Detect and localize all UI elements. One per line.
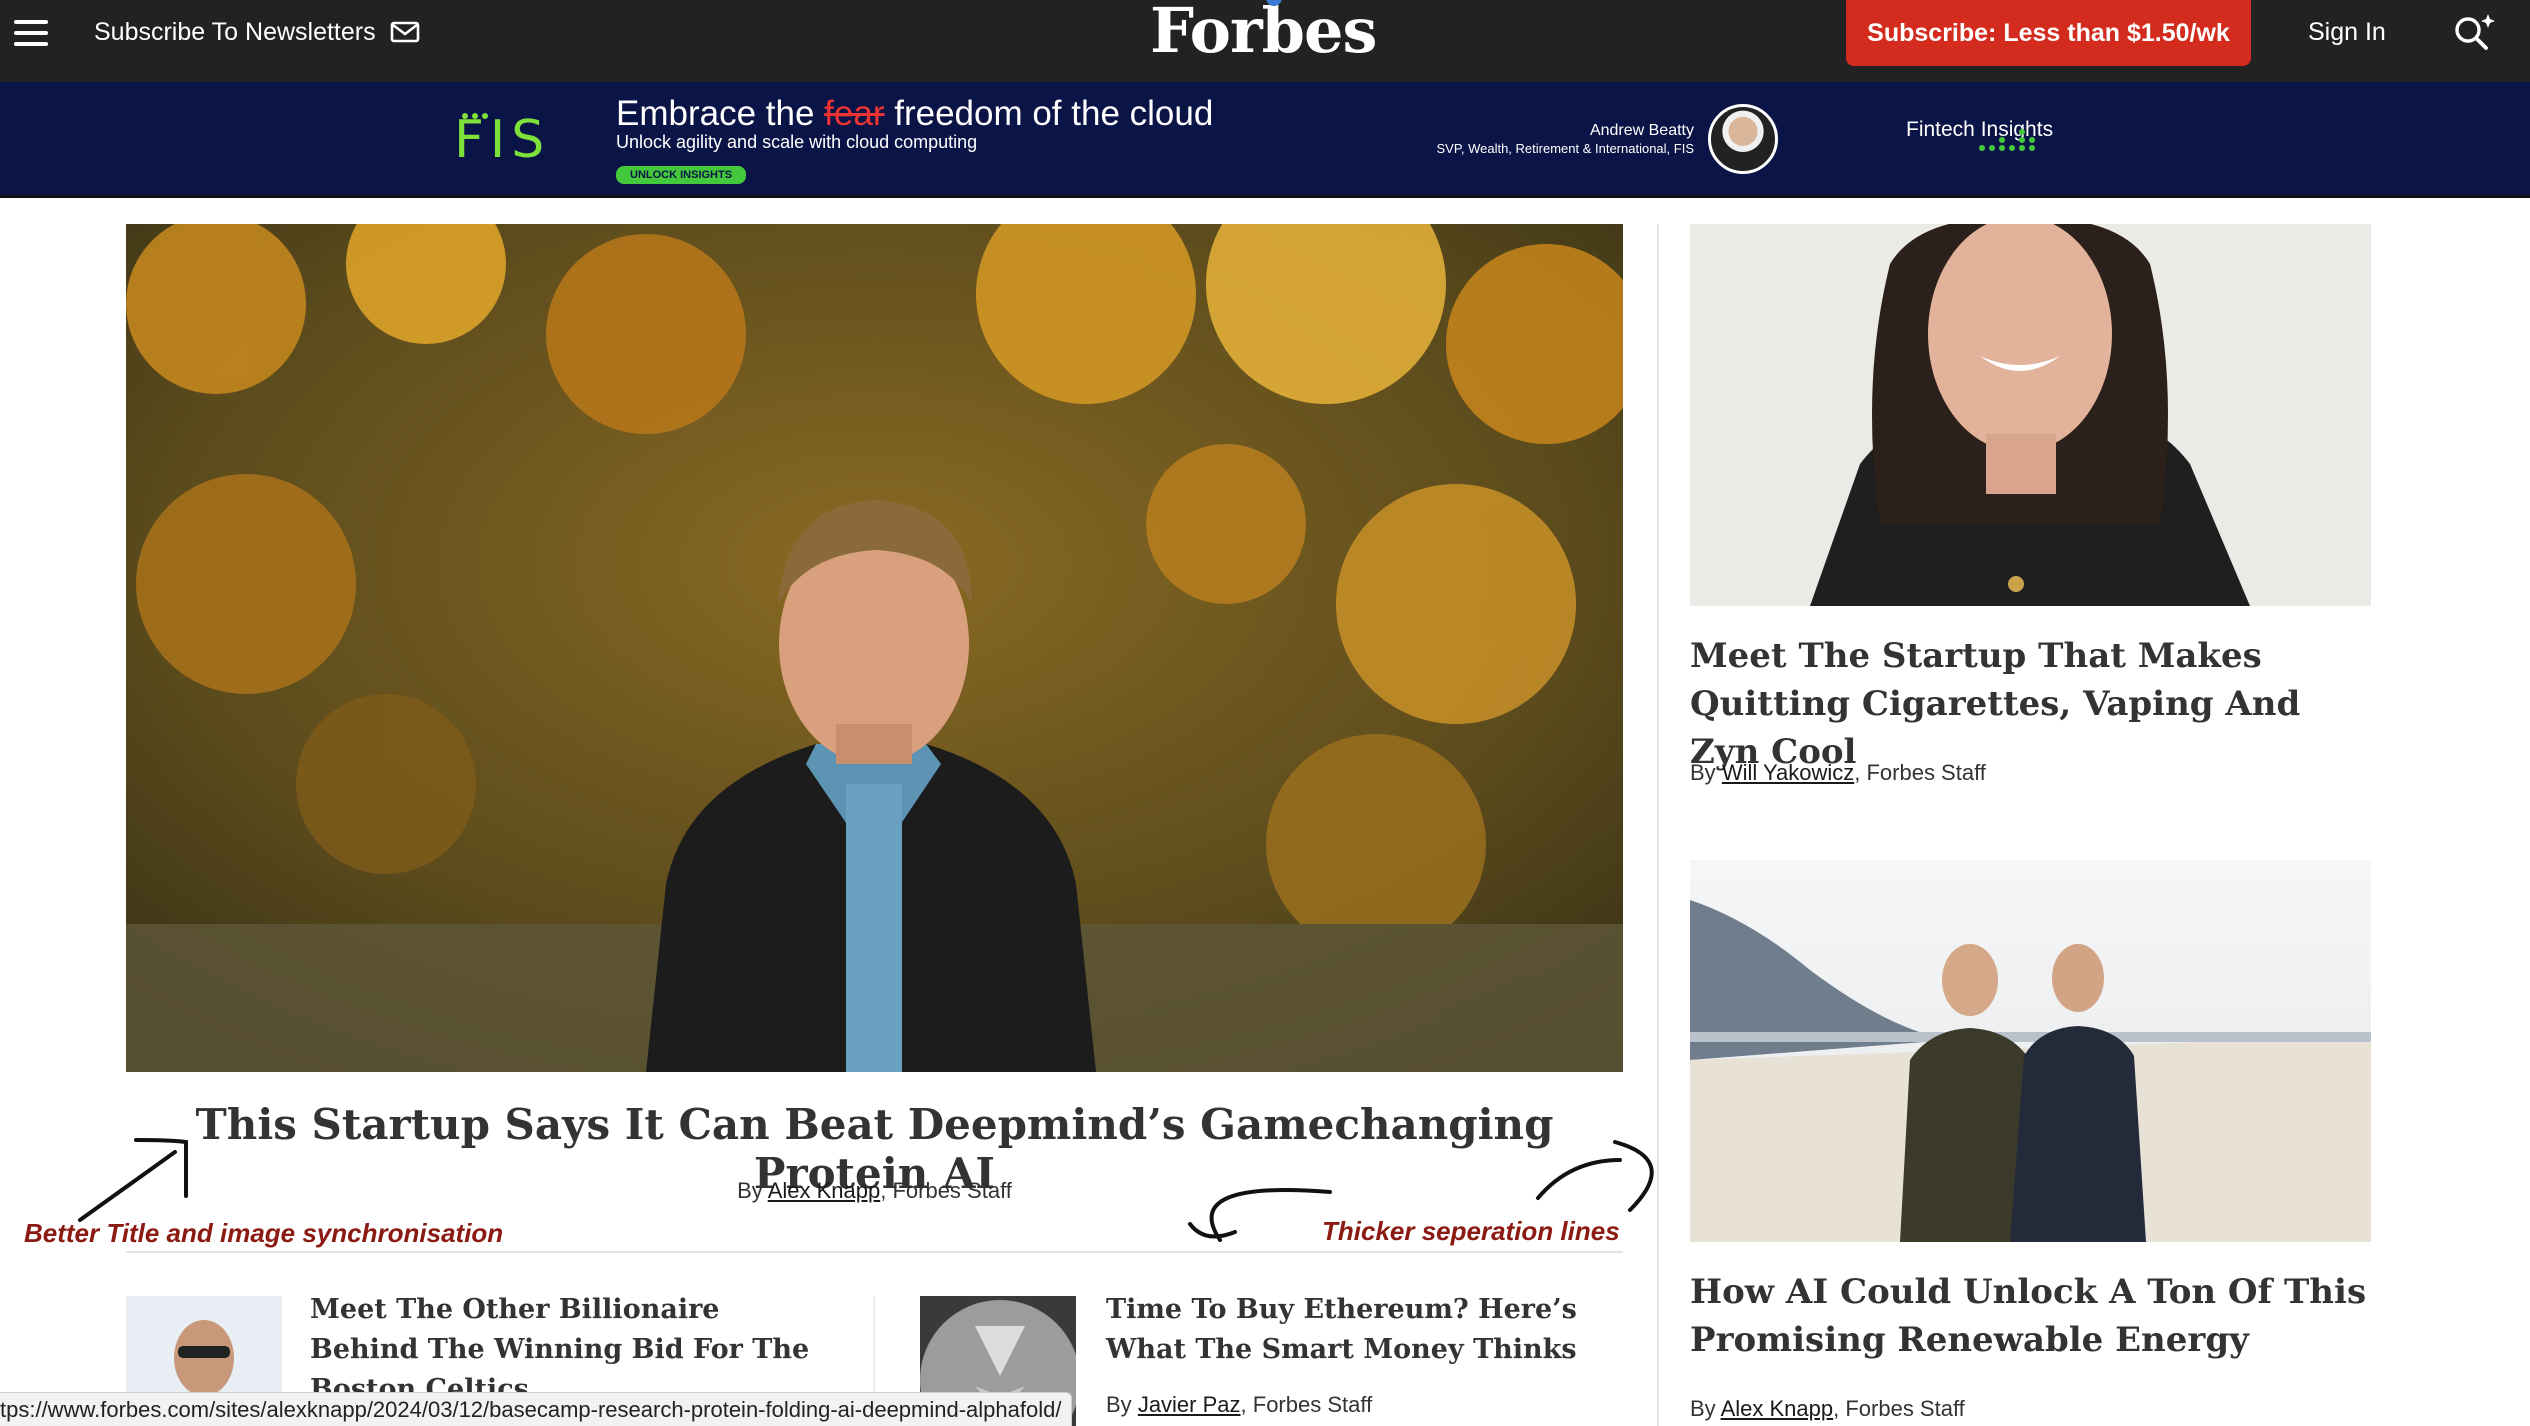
- advertisement-banner[interactable]: FIS Embrace the fear freedom of the clou…: [0, 82, 2530, 198]
- newsletter-label: Subscribe To Newsletters: [94, 17, 376, 46]
- side-story-1-title[interactable]: Meet The Startup That Makes Quitting Cig…: [1690, 632, 2371, 776]
- side-story-2-title[interactable]: How AI Could Unlock A Ton Of This Promis…: [1690, 1268, 2371, 1364]
- hero-author-link[interactable]: Alex Knapp: [768, 1178, 881, 1203]
- side-story-1-byline: By Will Yakowicz, Forbes Staff: [1690, 760, 1986, 786]
- ad-headline-struck: fear: [824, 94, 885, 133]
- hamburger-menu-icon[interactable]: [14, 20, 48, 46]
- story-2-author-link[interactable]: Javier Paz: [1138, 1392, 1241, 1417]
- ad-cta-button[interactable]: UNLOCK INSIGHTS: [616, 166, 747, 184]
- side-story-1-image[interactable]: [1690, 224, 2371, 606]
- ad-headline-pre: Embrace the: [616, 94, 815, 133]
- byline-by: By: [1690, 760, 1716, 785]
- mail-icon: [390, 21, 419, 43]
- top-navigation-bar: Subscribe To Newsletters Forbes Subscrib…: [0, 0, 2530, 82]
- ad-subheadline: Unlock agility and scale with cloud comp…: [616, 132, 978, 152]
- byline-staff: , Forbes Staff: [1240, 1392, 1373, 1417]
- annotation-right: Thicker seperation lines: [1322, 1216, 1620, 1246]
- ad-person-title: SVP, Wealth, Retirement & International,…: [1436, 141, 1694, 156]
- subscribe-newsletters-link[interactable]: Subscribe To Newsletters: [94, 14, 420, 50]
- ad-headline: Embrace the fear freedom of the cloud: [616, 94, 1213, 134]
- side-story-2-author-link[interactable]: Alex Knapp: [1721, 1396, 1834, 1421]
- forbes-logo[interactable]: Forbes: [1150, 0, 1377, 67]
- separator-line: [126, 1251, 1623, 1253]
- byline-by: By: [1690, 1396, 1716, 1421]
- byline-by: By: [1106, 1392, 1132, 1417]
- byline-staff: , Forbes Staff: [1833, 1396, 1965, 1421]
- browser-status-bar-url: tps://www.forbes.com/sites/alexknapp/202…: [0, 1392, 1073, 1426]
- hero-article-image[interactable]: [126, 224, 1623, 1072]
- story-2-byline: By Javier Paz, Forbes Staff: [1106, 1392, 1372, 1418]
- annotation-left: Better Title and image synchronisation: [24, 1218, 504, 1248]
- ad-series-dots: [1979, 129, 2035, 151]
- column-divider: [1657, 224, 1659, 1426]
- subscribe-button[interactable]: Subscribe: Less than $1.50/wk: [1846, 0, 2251, 66]
- side-story-2-byline: By Alex Knapp, Forbes Staff: [1690, 1396, 1965, 1422]
- ad-person-photo: [1708, 104, 1778, 174]
- search-icon[interactable]: [2450, 10, 2498, 54]
- story-2-title[interactable]: Time To Buy Ethereum? Here’s What The Sm…: [1106, 1290, 1606, 1370]
- ad-headline-post: freedom of the cloud: [894, 94, 1214, 133]
- ad-brand-dots: [462, 113, 488, 119]
- ad-person-name: Andrew Beatty: [1589, 122, 1694, 139]
- sign-in-link[interactable]: Sign In: [2308, 14, 2386, 50]
- byline-by: By: [737, 1178, 763, 1203]
- side-story-2-image[interactable]: [1690, 860, 2371, 1242]
- byline-staff: , Forbes Staff: [1854, 760, 1986, 785]
- side-story-1-author-link[interactable]: Will Yakowicz: [1722, 760, 1854, 785]
- hero-byline: By Alex Knapp, Forbes Staff: [126, 1178, 1623, 1204]
- byline-staff: , Forbes Staff: [880, 1178, 1012, 1203]
